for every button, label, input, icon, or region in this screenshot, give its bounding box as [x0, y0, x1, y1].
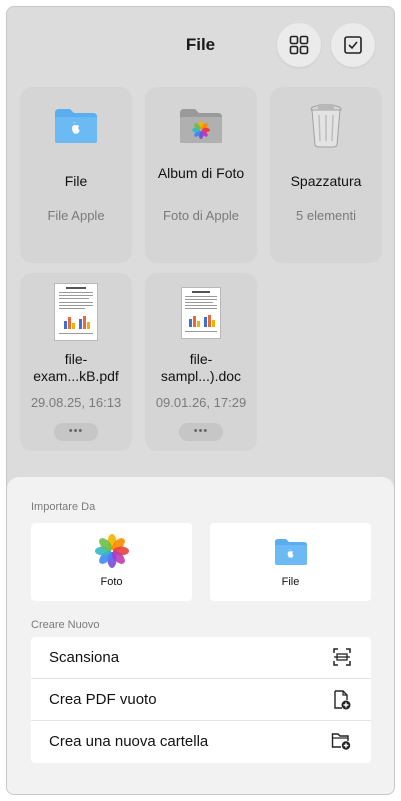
- photos-folder-icon: [145, 107, 257, 145]
- create-options-list: Scansiona Crea PDF vuoto Crea una nuova …: [31, 637, 371, 763]
- location-name: Album di Foto: [157, 165, 245, 181]
- folder-icon: [275, 539, 307, 565]
- more-options-button[interactable]: •••: [179, 423, 223, 441]
- new-folder-icon: [331, 733, 351, 750]
- create-folder-label: Crea una nuova cartella: [49, 733, 209, 750]
- document-name-line2: exam...kB.pdf: [33, 368, 119, 384]
- import-files-label: File: [281, 576, 300, 588]
- location-tile-trash[interactable]: Spazzatura 5 elementi: [270, 87, 382, 263]
- document-thumbnail: [145, 287, 257, 339]
- grid-view-icon: [289, 35, 309, 55]
- trash-icon: [270, 101, 382, 149]
- create-heading: Creare Nuovo: [31, 619, 100, 631]
- select-checkbox-icon: [344, 36, 362, 54]
- document-tile-pdf[interactable]: file- exam...kB.pdf 29.08.25, 16:13 •••: [20, 273, 132, 451]
- location-subtitle: 5 elementi: [296, 208, 356, 223]
- location-name: File: [64, 173, 88, 189]
- create-pdf-row[interactable]: Crea PDF vuoto: [31, 679, 371, 721]
- document-name-line2: sampl...).doc: [160, 368, 242, 384]
- location-subtitle: Foto di Apple: [163, 208, 239, 223]
- location-name: Spazzatura: [290, 173, 362, 189]
- document-date: 29.08.25, 16:13: [30, 395, 122, 410]
- import-files-button[interactable]: File: [210, 523, 371, 601]
- create-folder-row[interactable]: Crea una nuova cartella: [31, 721, 371, 763]
- import-photos-label: Foto: [100, 576, 123, 588]
- scan-icon: [333, 648, 351, 666]
- new-document-icon: [334, 690, 351, 710]
- location-tile-files[interactable]: File File Apple: [20, 87, 132, 263]
- document-date: 09.01.26, 17:29: [155, 395, 247, 410]
- document-tile-doc[interactable]: file- sampl...).doc 09.01.26, 17:29 •••: [145, 273, 257, 451]
- scan-row[interactable]: Scansiona: [31, 637, 371, 679]
- document-thumbnail: [20, 283, 132, 341]
- more-options-button[interactable]: •••: [54, 423, 98, 441]
- app-window: File File File Apple Album di Foto Foto …: [6, 6, 395, 795]
- folder-icon: [20, 107, 132, 145]
- photos-icon: [95, 534, 129, 568]
- import-photos-button[interactable]: Foto: [31, 523, 192, 601]
- document-name-line1: file-: [189, 351, 213, 367]
- location-tile-photo-album[interactable]: Album di Foto Foto di Apple: [145, 87, 257, 263]
- select-button[interactable]: [331, 23, 375, 67]
- action-sheet: Importare Da Foto File Creare Nuovo Scan…: [7, 477, 394, 794]
- import-heading: Importare Da: [31, 501, 96, 513]
- grid-view-button[interactable]: [277, 23, 321, 67]
- scan-label: Scansiona: [49, 649, 120, 666]
- header: File: [7, 7, 394, 87]
- document-name-line1: file-: [64, 351, 88, 367]
- create-pdf-label: Crea PDF vuoto: [49, 691, 157, 708]
- location-subtitle: File Apple: [47, 208, 105, 223]
